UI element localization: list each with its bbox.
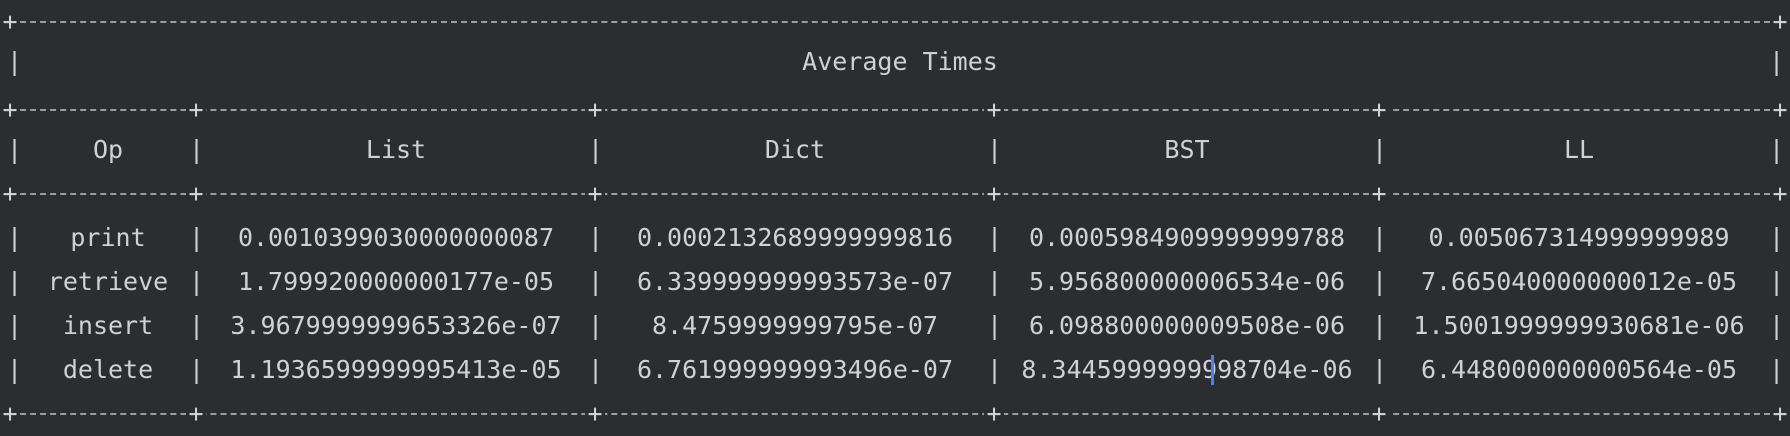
border-dashes [0,193,1790,195]
row-op-label: delete [62,355,154,384]
border-junction: + [0,392,20,436]
border-junction: + [1770,172,1790,216]
border-junction: + [186,172,206,216]
table-title-row: | Average Times | [0,40,1790,84]
column-header-dict: Dict [764,135,826,164]
table-border-title: + + + + + + [0,88,1790,132]
table-pipe: | [1769,355,1785,384]
table-title: Average Times [802,47,998,76]
table-row: | print | 0.0010399030000000087 | 0.0002… [0,216,1790,260]
cell-bst-value: 5.956800000006534e-06 [1028,267,1346,296]
row-op-label: retrieve [47,267,169,296]
table-pipe: | [7,223,23,252]
border-corner: + [0,0,20,44]
border-junction: + [984,392,1004,436]
text-caret [1211,355,1214,385]
table-pipe: | [1769,311,1785,340]
column-header-list: List [365,135,427,164]
border-dashes [0,21,1790,23]
border-junction: + [585,392,605,436]
cell-ll-value: 7.665040000000012e-05 [1420,267,1738,296]
row-op-label: print [70,223,146,252]
table-pipe: | [7,355,23,384]
table-pipe: | [1769,267,1785,296]
border-junction: + [186,392,206,436]
cell-ll-value: 1.5001999999930681e-06 [1413,311,1745,340]
cell-bst-value: 0.0005984909999999788 [1028,223,1346,252]
terminal-output: + + | Average Times | + + + + + + | Op |… [0,0,1790,436]
border-junction: + [585,172,605,216]
border-junction: + [1369,172,1389,216]
cell-ll-value: 6.448000000000564e-05 [1420,355,1738,384]
cell-ll-value: 0.005067314999999989 [1428,223,1730,252]
border-dashes [0,109,1790,111]
border-junction: + [1369,392,1389,436]
column-header-bst: BST [1164,135,1210,164]
table-pipe: | [1769,223,1785,252]
border-junction: + [1770,88,1790,132]
cell-list-value: 1.799920000000177e-05 [237,267,555,296]
border-junction: + [0,172,20,216]
cell-bst-value: 6.098800000009508e-06 [1028,311,1346,340]
table-row: | insert | 3.9679999999653326e-07 | 8.47… [0,304,1790,348]
border-corner: + [1770,0,1790,44]
border-junction: + [186,88,206,132]
table-header-row: | Op | List | Dict | BST | LL | [0,128,1790,172]
border-junction: + [0,88,20,132]
column-header-ll: LL [1563,135,1595,164]
table-pipe: | [7,135,23,164]
table-pipe: | [7,47,23,76]
table-pipe: | [1769,135,1785,164]
cell-bst-value: 8.3445999999998704e-06 [1021,355,1353,384]
border-junction: + [585,88,605,132]
border-dashes [0,413,1790,415]
border-junction: + [1770,392,1790,436]
cell-dict-value: 0.0002132689999999816 [636,223,954,252]
table-border-bottom: + + + + + + [0,392,1790,436]
cell-dict-value: 8.4759999999795e-07 [652,311,938,340]
cell-list-value: 1.1936599999995413e-05 [230,355,562,384]
table-pipe: | [7,267,23,296]
border-junction: + [984,172,1004,216]
border-junction: + [984,88,1004,132]
cell-dict-value: 6.761999999993496e-07 [636,355,954,384]
cell-list-value: 0.0010399030000000087 [237,223,555,252]
row-op-label: insert [62,311,154,340]
table-border-top: + + [0,0,1790,44]
column-header-op: Op [92,135,124,164]
table-row: | delete | 1.1936599999995413e-05 | 6.76… [0,348,1790,392]
table-pipe: | [1769,47,1785,76]
table-border-header: + + + + + + [0,172,1790,216]
table-pipe: | [7,311,23,340]
border-junction: + [1369,88,1389,132]
cell-dict-value: 6.339999999993573e-07 [636,267,954,296]
table-row: | retrieve | 1.799920000000177e-05 | 6.3… [0,260,1790,304]
cell-list-value: 3.9679999999653326e-07 [230,311,562,340]
